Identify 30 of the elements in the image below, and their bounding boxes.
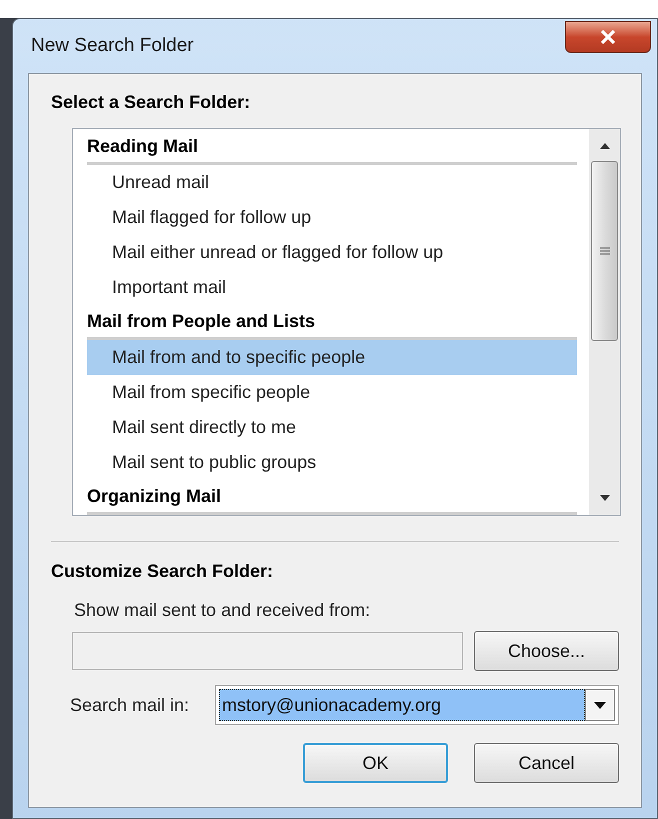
folder-item[interactable]: Important mail xyxy=(87,270,577,305)
group-heading: Organizing Mail xyxy=(87,480,577,515)
people-field[interactable] xyxy=(72,632,463,670)
dialog-button[interactable]: OK xyxy=(303,743,448,783)
grip-icon xyxy=(600,246,610,256)
section-heading: Customize Search Folder: xyxy=(51,560,274,583)
folder-item[interactable]: Mail from and to specific people xyxy=(87,340,577,375)
caret-icon xyxy=(594,702,606,708)
scroll-thumb[interactable] xyxy=(591,161,618,341)
scroll-up-icon[interactable] xyxy=(600,143,610,149)
folder-item[interactable]: Unread mail xyxy=(87,165,577,200)
mailbox-dropdown[interactable]: mstory@unionacademy.org xyxy=(215,685,619,725)
dialog-button[interactable]: Cancel xyxy=(474,743,619,783)
scrollbar[interactable] xyxy=(589,129,620,515)
folder-item[interactable]: Mail sent to public groups xyxy=(87,445,577,480)
field-label: Show mail sent to and received from: xyxy=(74,599,372,621)
close-button[interactable] xyxy=(565,21,651,53)
close-icon xyxy=(600,30,616,44)
field-label: Search mail in: xyxy=(70,694,190,716)
dropdown-arrow-button[interactable] xyxy=(585,689,615,721)
section-heading: Select a Search Folder: xyxy=(51,91,252,114)
folder-item[interactable]: Mail from specific people xyxy=(87,375,577,410)
window-title: New Search Folder xyxy=(31,34,194,58)
group-heading: Reading Mail xyxy=(87,130,577,165)
choose-button[interactable]: Choose... xyxy=(474,631,619,671)
folder-item[interactable]: Mail either unread or flagged for follow up xyxy=(87,235,577,270)
folder-item[interactable]: Mail sent directly to me xyxy=(87,410,577,445)
scroll-down-icon[interactable] xyxy=(600,495,610,501)
dropdown-value: mstory@unionacademy.org xyxy=(219,689,585,721)
folder-item[interactable]: Mail flagged for follow up xyxy=(87,200,577,235)
